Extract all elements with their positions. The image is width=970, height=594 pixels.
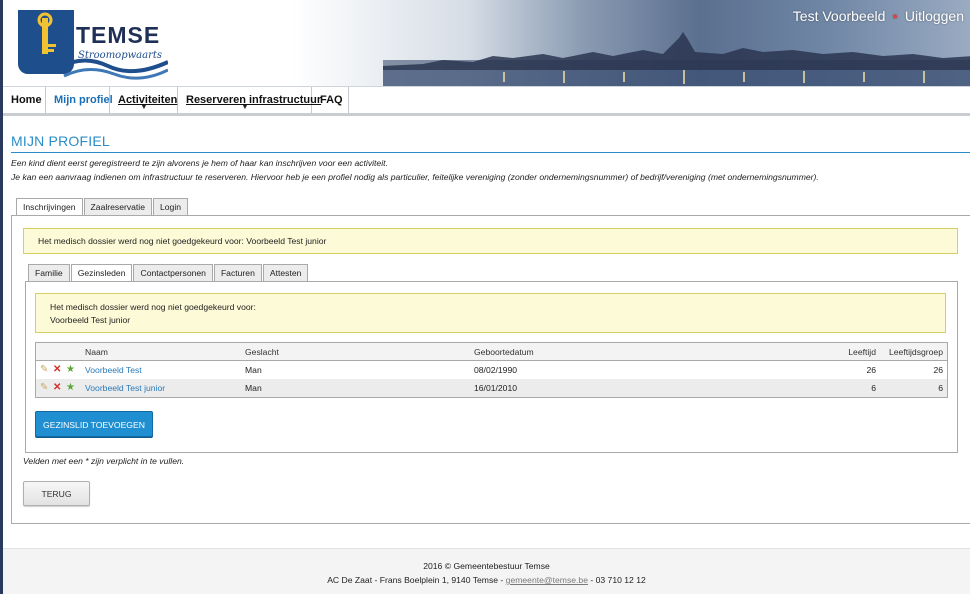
nav-mijn-profiel[interactable]: Mijn profiel (46, 87, 113, 114)
column-header-age[interactable]: Leeftijd (848, 343, 876, 361)
tab-login[interactable]: Login (153, 198, 189, 215)
age-group-cell: 6 (938, 383, 943, 393)
tab-contactpersonen[interactable]: Contactpersonen (133, 264, 213, 281)
family-members-table: Naam Geslacht Geboortedatum Leeftijd Lee… (35, 342, 948, 398)
user-area: Test Voorbeeld ● Uitloggen (793, 8, 964, 24)
star-icon[interactable]: ★ (66, 383, 76, 393)
age-cell: 26 (866, 365, 876, 375)
medical-alert: Het medisch dossier werd nog niet goedge… (23, 228, 958, 254)
tab-attesten[interactable]: Attesten (262, 264, 309, 281)
alert-line: Het medisch dossier werd nog niet goedge… (50, 302, 256, 312)
divider (11, 152, 970, 153)
page-title: MIJN PROFIEL (11, 133, 110, 149)
nav-reserveren-infrastructuur[interactable]: Reserveren infrastructuur ▼ (178, 87, 321, 114)
nav-activiteiten[interactable]: Activiteiten ▼ (110, 87, 178, 114)
column-header-birthdate[interactable]: Geboortedatum (474, 343, 534, 361)
alert-line: Voorbeeld Test junior (50, 315, 131, 325)
chevron-down-icon: ▼ (241, 104, 249, 111)
intro-text: Een kind dient eerst geregistreerd te zi… (11, 158, 388, 168)
edit-icon[interactable]: ✎ (40, 365, 50, 375)
required-fields-note: Velden met een * zijn verplicht in te vu… (23, 456, 185, 466)
column-header-gender[interactable]: Geslacht (245, 343, 279, 361)
birthdate-cell: 16/01/2010 (474, 383, 518, 393)
tab-gezinsleden[interactable]: Gezinsleden (70, 264, 133, 282)
medical-alert-inner: Het medisch dossier werd nog niet goedge… (35, 293, 946, 333)
age-cell: 6 (871, 383, 876, 393)
address-text: AC De Zaat - Frans Boelplein 1, 9140 Tem… (327, 575, 506, 585)
logout-link[interactable]: Uitloggen (905, 8, 964, 24)
edit-icon[interactable]: ✎ (40, 383, 50, 393)
column-header-name[interactable]: Naam (85, 343, 108, 361)
main-nav: Home Mijn profiel Activiteiten ▼ Reserve… (3, 86, 970, 116)
gender-cell: Man (245, 383, 262, 393)
back-button[interactable]: TERUG (23, 481, 90, 506)
age-group-cell: 26 (933, 365, 943, 375)
birthdate-cell: 08/02/1990 (474, 365, 518, 375)
star-icon[interactable]: ★ (66, 365, 76, 375)
email-link[interactable]: gemeente@temse.be (506, 575, 588, 585)
nav-faq[interactable]: FAQ (312, 87, 349, 114)
separator-dot-icon: ● (892, 11, 898, 21)
table-header-row: Naam Geslacht Geboortedatum Leeftijd Lee… (36, 343, 947, 361)
tab-facturen[interactable]: Facturen (213, 264, 262, 281)
gender-cell: Man (245, 365, 262, 375)
user-name-link[interactable]: Test Voorbeeld (793, 8, 886, 24)
sub-tabs: Familie Gezinsleden Contactpersonen Fact… (28, 264, 309, 282)
nav-home[interactable]: Home (3, 87, 46, 114)
column-header-age-group[interactable]: Leeftijdsgroep (889, 343, 943, 361)
delete-icon[interactable]: ✕ (53, 383, 63, 393)
logo-title: TEMSE (76, 22, 161, 48)
tab-zaalreservatie[interactable]: Zaalreservatie (83, 198, 152, 215)
table-row: ✎ ✕ ★ Voorbeeld Test Man 08/02/1990 26 2… (36, 361, 947, 379)
chevron-down-icon: ▼ (140, 104, 148, 111)
site-footer: 2016 © Gemeentebestuur Temse AC De Zaat … (3, 548, 970, 594)
phone-text: - 03 710 12 12 (587, 575, 646, 585)
delete-icon[interactable]: ✕ (53, 365, 63, 375)
footer-contact: AC De Zaat - Frans Boelplein 1, 9140 Tem… (3, 575, 970, 585)
tab-inschrijvingen[interactable]: Inschrijvingen (16, 198, 83, 216)
member-name-link[interactable]: Voorbeeld Test (85, 361, 142, 379)
logo-subtitle: Stroomopwaarts (78, 50, 163, 61)
main-tabs: Inschrijvingen Zaalreservatie Login (16, 198, 189, 216)
intro-text: Je kan een aanvraag indienen om infrastr… (11, 172, 819, 182)
city-skyline-image (383, 32, 970, 86)
tab-familie[interactable]: Familie (28, 264, 70, 281)
table-row: ✎ ✕ ★ Voorbeeld Test junior Man 16/01/20… (36, 379, 947, 397)
member-name-link[interactable]: Voorbeeld Test junior (85, 379, 165, 397)
site-header: TEMSE Stroomopwaarts Test Voorbeeld ● Uitl… (3, 0, 970, 86)
add-family-member-button[interactable]: GEZINSLID TOEVOEGEN (35, 411, 153, 437)
copyright-text: 2016 © Gemeentebestuur Temse (423, 561, 550, 571)
